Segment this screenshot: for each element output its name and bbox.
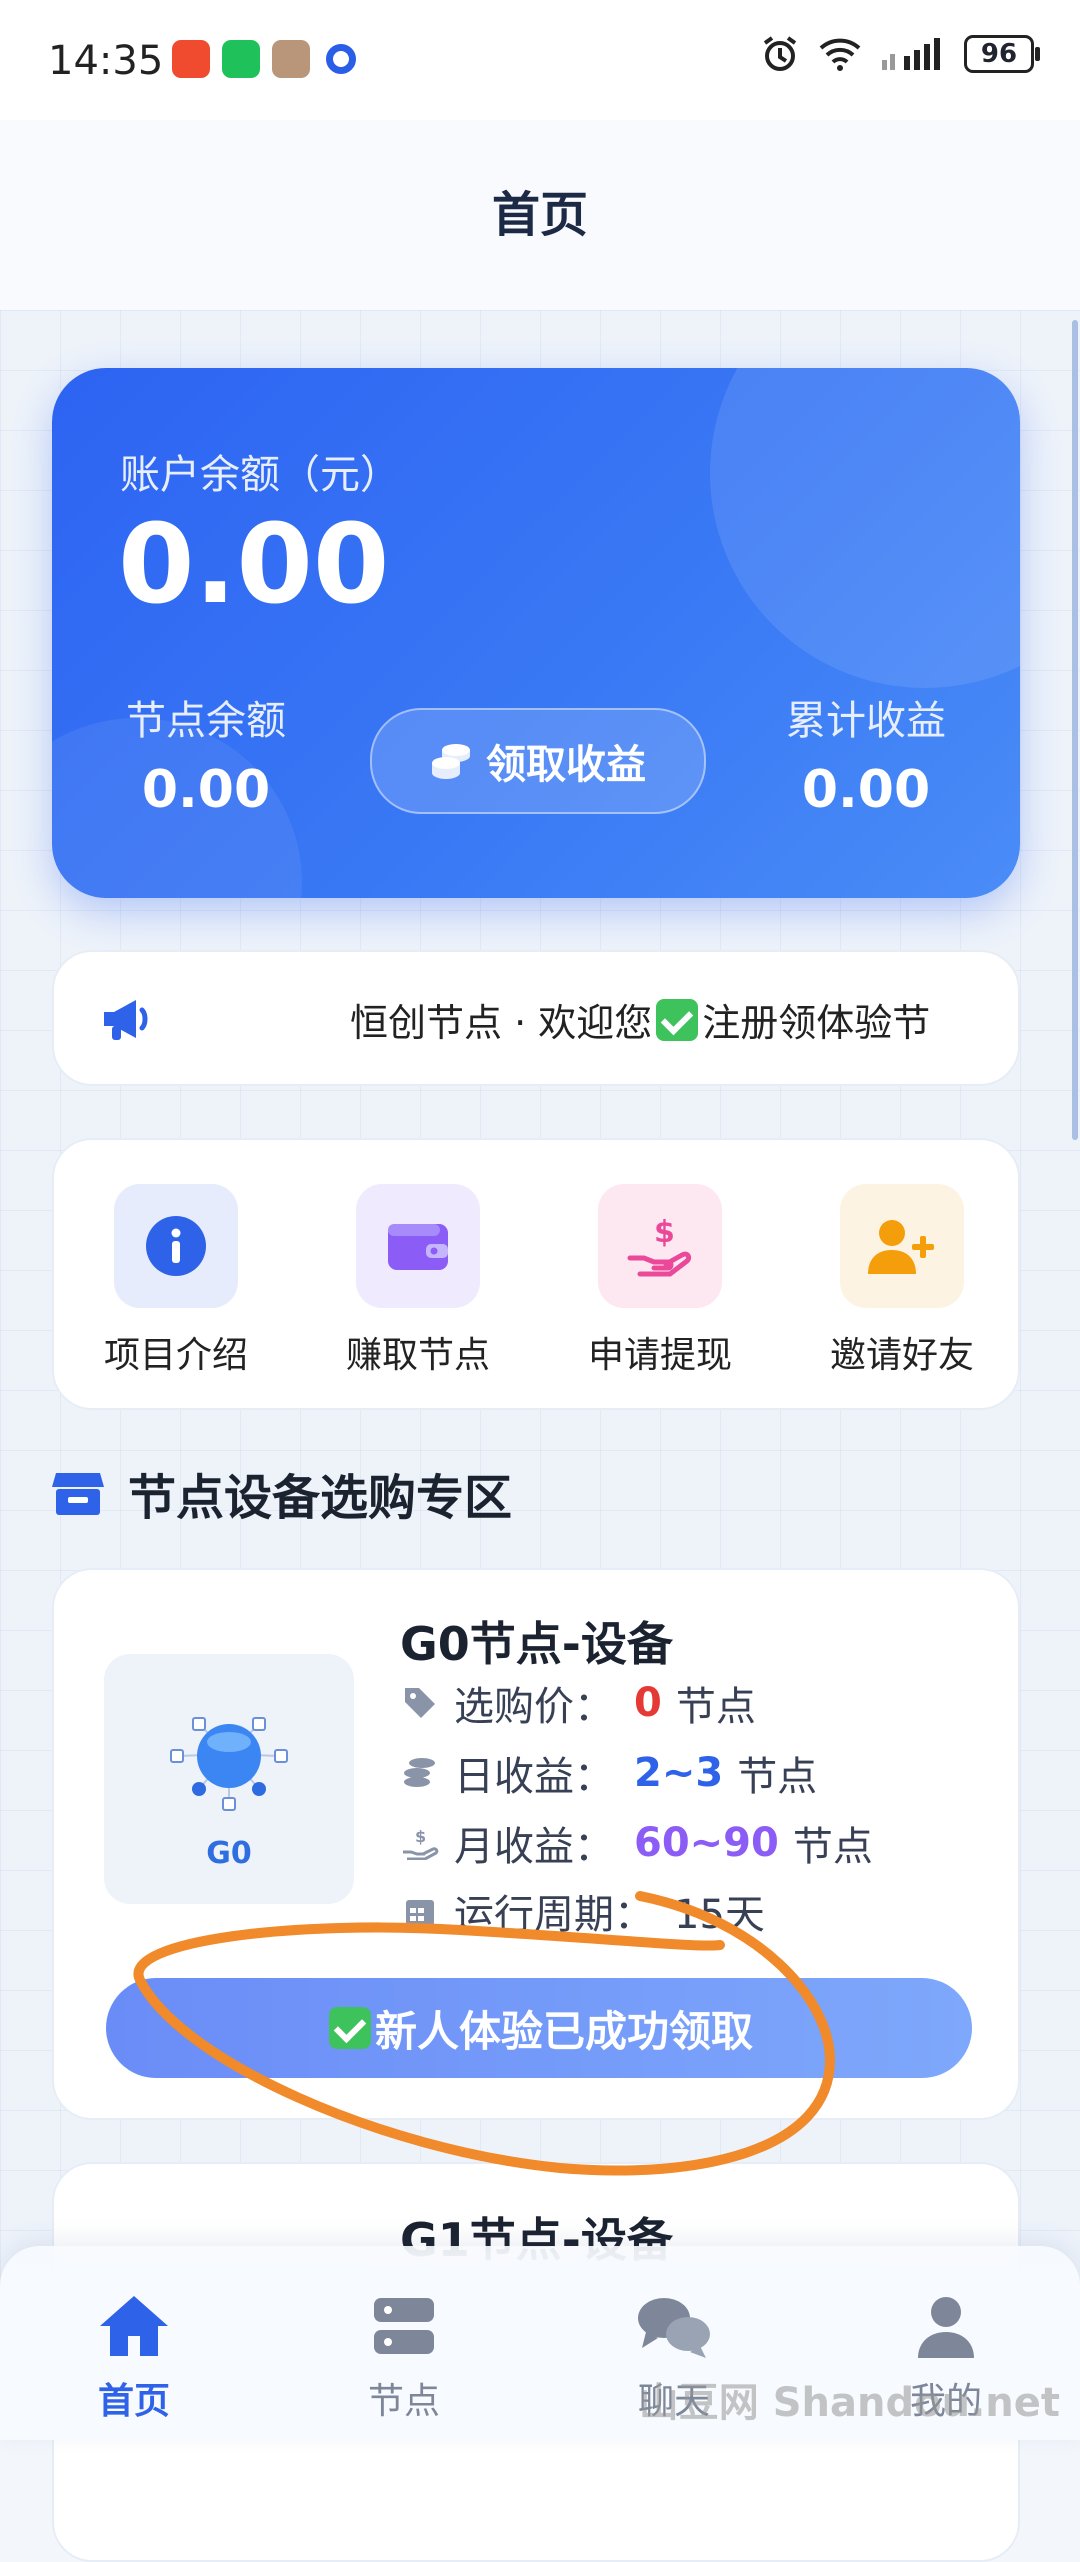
- announcement-bar[interactable]: 恒创节点 · 欢迎您 注册领体验节: [52, 950, 1020, 1086]
- battery-indicator: 96: [964, 35, 1040, 73]
- hand-dollar-icon: $: [598, 1184, 722, 1308]
- quick-action-withdraw[interactable]: $ 申请提现: [570, 1184, 750, 1378]
- product-monthly-row: $ 月收益： 60~90 节点: [400, 1814, 873, 1872]
- notification-app-icon-1: [172, 40, 210, 78]
- watermark: 山豆网 Shandou.net: [638, 2380, 1060, 2426]
- coins-icon: [400, 1753, 440, 1793]
- quick-action-label: 赚取节点: [345, 1335, 490, 1376]
- price-label: 选购价：: [454, 1684, 614, 1730]
- info-icon: [114, 1184, 238, 1308]
- account-balance-value: 0.00: [118, 500, 390, 628]
- monthly-unit: 节点: [792, 1824, 873, 1870]
- monthly-value: 60~90: [634, 1820, 779, 1866]
- svg-text:$: $: [654, 1215, 675, 1250]
- claim-earnings-button[interactable]: 领取收益: [370, 708, 706, 814]
- tab-label: 节点: [367, 2381, 440, 2422]
- claim-earnings-label: 领取收益: [486, 742, 646, 788]
- add-user-icon: [840, 1184, 964, 1308]
- signal-icon: [882, 38, 940, 70]
- account-balance-label: 账户余额（元）: [120, 452, 400, 498]
- trial-claimed-label: 新人体验已成功领取: [374, 2006, 753, 2056]
- announcement-text: 恒创节点 · 欢迎您 注册领体验节: [350, 992, 930, 1047]
- daily-value: 2~3: [634, 1750, 724, 1796]
- scrollbar[interactable]: [1072, 320, 1078, 1140]
- announcement-text-before: 恒创节点 · 欢迎您: [350, 1001, 653, 1045]
- quick-action-label: 项目介绍: [103, 1335, 248, 1376]
- node-balance: 节点余额 0.00: [76, 688, 336, 820]
- balance-card: 账户余额（元） 0.00 节点余额 0.00 领取收益 累计收益 0.00: [52, 368, 1020, 898]
- product-cycle-row: 运行周期： 15天: [400, 1882, 779, 1940]
- announcement-text-after: 注册领体验节: [702, 1001, 931, 1045]
- cycle-value: 15天: [674, 1892, 765, 1938]
- monthly-label: 月收益：: [454, 1824, 614, 1870]
- svg-text:$: $: [415, 1827, 426, 1846]
- quick-action-invite-friends[interactable]: 邀请好友: [812, 1184, 992, 1378]
- price-unit: 节点: [675, 1684, 756, 1730]
- user-icon: [918, 2297, 974, 2358]
- hand-dollar-icon: $: [400, 1823, 440, 1863]
- notification-app-icon-3: [326, 44, 356, 74]
- status-bar: 14:35 96: [0, 0, 1080, 120]
- status-indicators: 96: [760, 34, 1040, 74]
- megaphone-icon: [104, 1000, 148, 1040]
- total-earnings: 累计收益 0.00: [736, 688, 996, 820]
- page-title: 首页: [491, 187, 588, 243]
- coins-icon: [432, 744, 470, 779]
- product-image: G0: [104, 1654, 354, 1904]
- quick-actions: 项目介绍 赚取节点 $ 申请提现 邀请好友: [52, 1138, 1020, 1410]
- notification-app-icon-2: [272, 40, 310, 78]
- wallet-icon: [356, 1184, 480, 1308]
- server-icon: [374, 2298, 434, 2354]
- section-title: 节点设备选购专区: [128, 1470, 513, 1526]
- daily-unit: 节点: [737, 1754, 818, 1800]
- tab-home[interactable]: 首页: [44, 2292, 224, 2424]
- product-name: G0节点-设备: [400, 1617, 673, 1671]
- check-mark-icon: [656, 998, 699, 1041]
- node-balance-label: 节点余额: [126, 698, 286, 744]
- status-time: 14:35: [48, 38, 164, 84]
- chat-icon: [638, 2298, 710, 2358]
- wifi-icon: [819, 38, 861, 71]
- check-mark-icon: [328, 2007, 371, 2049]
- tag-icon: [400, 1683, 440, 1723]
- tab-nodes[interactable]: 节点: [314, 2292, 494, 2424]
- tab-label: 首页: [97, 2381, 170, 2422]
- alarm-icon: [763, 36, 797, 71]
- price-value: 0: [634, 1680, 662, 1726]
- home-icon: [100, 2296, 168, 2356]
- card-decoration: [710, 368, 1020, 688]
- page-header: 首页: [0, 120, 1080, 310]
- total-earnings-label: 累计收益: [786, 698, 946, 744]
- quick-action-label: 邀请好友: [829, 1335, 974, 1376]
- node-balance-value: 0.00: [141, 760, 271, 820]
- product-image-label: G0: [206, 1836, 252, 1871]
- product-price-row: 选购价： 0 节点: [400, 1674, 756, 1732]
- total-earnings-value: 0.00: [801, 760, 931, 820]
- quick-action-earn-nodes[interactable]: 赚取节点: [328, 1184, 508, 1378]
- wechat-icon: [222, 40, 260, 78]
- trial-claimed-button[interactable]: 新人体验已成功领取: [106, 1978, 972, 2078]
- quick-action-label: 申请提现: [587, 1335, 732, 1376]
- cycle-label: 运行周期：: [454, 1892, 654, 1938]
- store-icon: [52, 1473, 104, 1515]
- calendar-icon: [400, 1891, 440, 1931]
- node-network-icon: [170, 1717, 288, 1811]
- section-header: 节点设备选购专区: [52, 1458, 512, 1528]
- quick-action-project-intro[interactable]: 项目介绍: [86, 1184, 266, 1378]
- product-daily-row: 日收益： 2~3 节点: [400, 1744, 817, 1802]
- daily-label: 日收益：: [454, 1754, 614, 1800]
- product-card: G0 G0节点-设备 选购价： 0 节点 日收益： 2~3 节点 $ 月收益： …: [52, 1568, 1020, 2120]
